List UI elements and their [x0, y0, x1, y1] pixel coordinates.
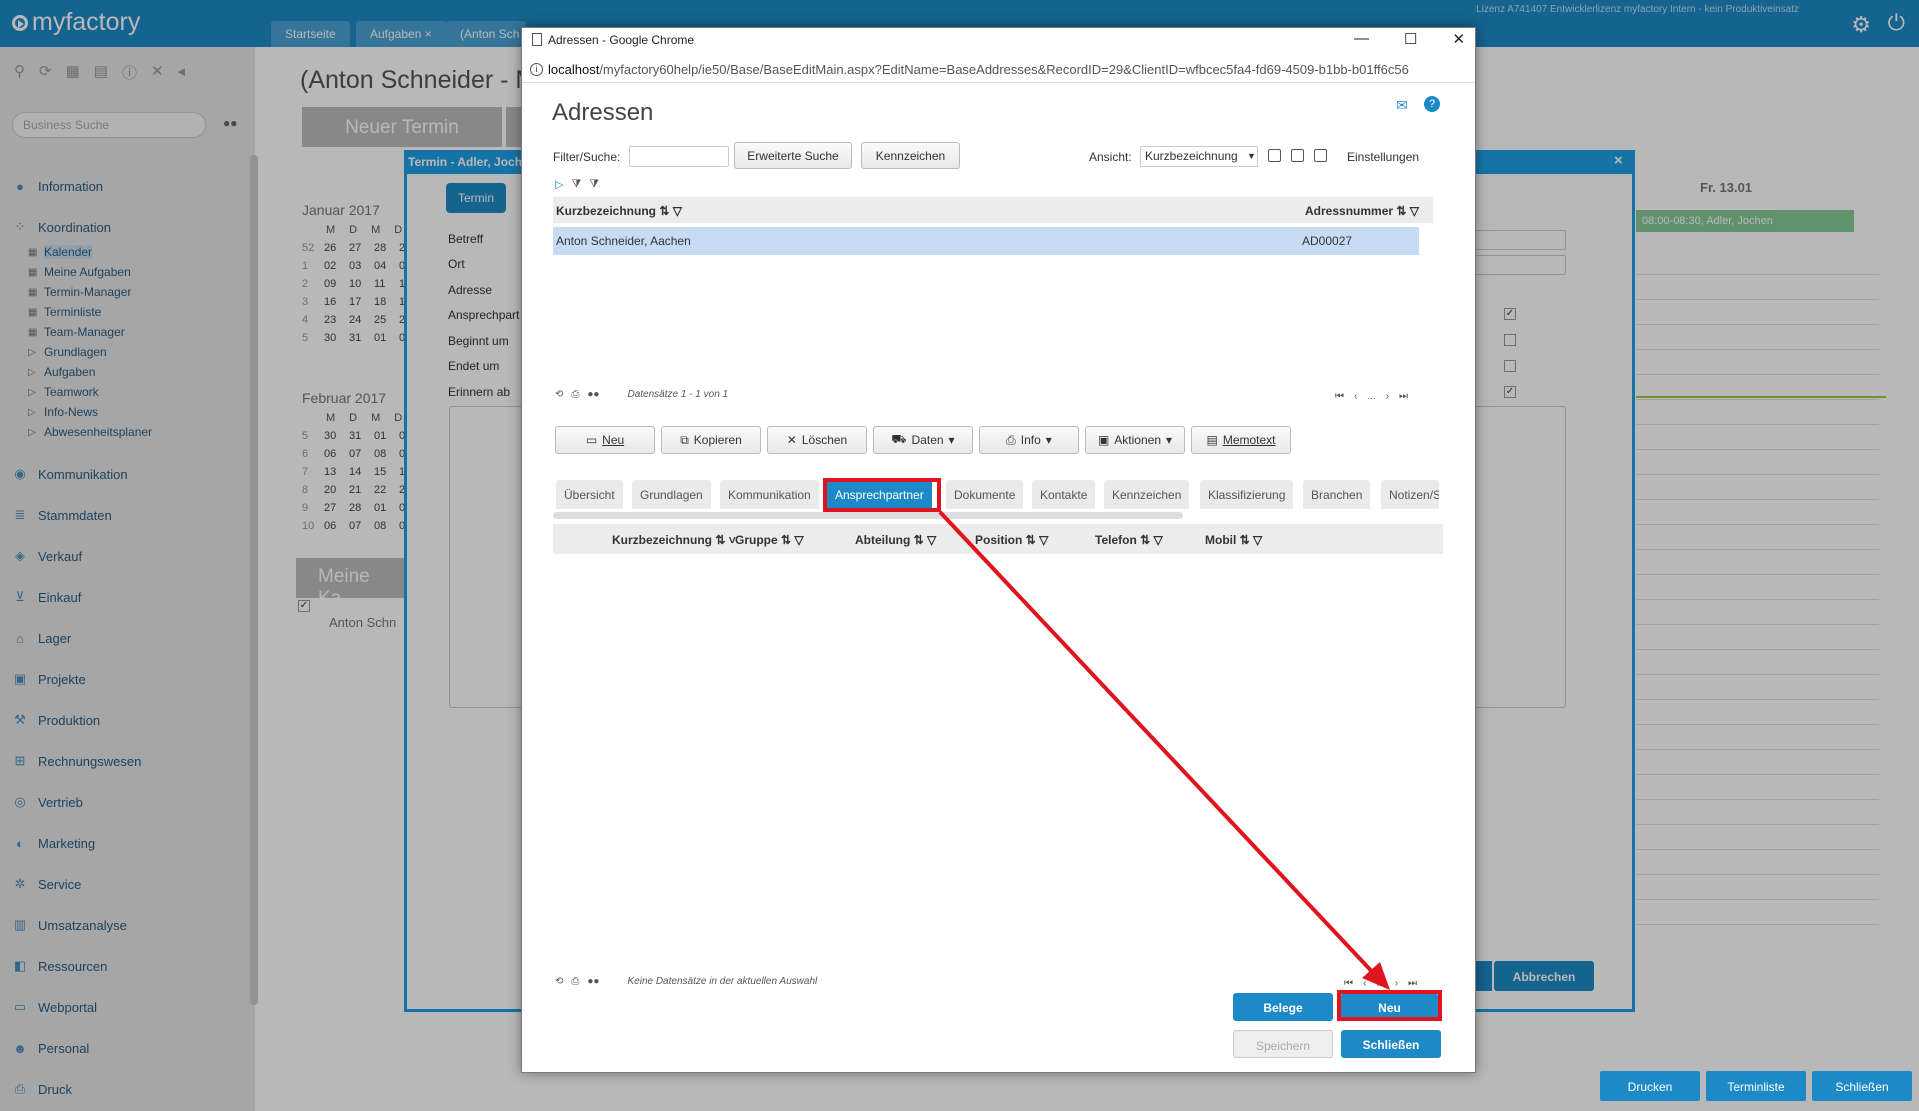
prev-page-icon[interactable]: ‹ [1363, 978, 1366, 989]
filter-search-icon[interactable]: ⧩ [589, 178, 599, 191]
first-page-icon[interactable]: ⏮ [1344, 978, 1353, 989]
col-adressnummer[interactable]: Adressnummer ⇅ ▽ [1305, 204, 1419, 218]
view-split-icon[interactable] [1291, 149, 1304, 162]
grid-footer: ⟲ ⎙ ●● Datensätze 1 - 1 von 1 [555, 389, 728, 400]
prev-page-icon[interactable]: ‹ [1354, 391, 1357, 402]
info-icon[interactable]: i [530, 63, 543, 76]
tab-kennzeichen[interactable]: Kennzeichen [1104, 480, 1190, 509]
info-button[interactable]: ⎙ Info ▾ [979, 426, 1079, 454]
pager: ⏮ ‹... › ⏭ [1335, 391, 1408, 402]
chrome-window-title: Adressen - Google Chrome [548, 33, 695, 47]
view-single-icon[interactable] [1268, 149, 1281, 162]
tab-kommunikation[interactable]: Kommunikation [720, 480, 819, 509]
tree-toolbar: ▷ ⧩ ⧩ [555, 178, 599, 191]
close-icon[interactable]: ✕ [1452, 30, 1465, 48]
col-gruppe[interactable]: Gruppe ⇅ ▽ [735, 533, 804, 547]
terminliste-button[interactable]: Terminliste [1706, 1071, 1806, 1101]
expand-icon[interactable]: ▷ [555, 178, 563, 191]
col-position[interactable]: Position ⇅ ▽ [975, 533, 1048, 547]
memotext-button[interactable]: ▤ Memotext [1191, 426, 1291, 454]
einstellungen-link[interactable]: Einstellungen [1347, 150, 1419, 164]
cell-name: Anton Schneider, Aachen [556, 234, 691, 248]
page-icon [532, 33, 542, 46]
records-status: Datensätze 1 - 1 von 1 [627, 389, 729, 400]
col-abteilung[interactable]: Abteilung ⇅ ▽ [855, 533, 936, 547]
pager-dots: ... [1367, 391, 1376, 402]
delete-icon: ✕ [786, 433, 797, 447]
grid-header: Kurzbezeichnung ⇅ ▽ Adressnummer ⇅ ▽ [553, 197, 1433, 223]
kennzeichen-button[interactable]: Kennzeichen [861, 142, 960, 169]
schliessen-button[interactable]: Schließen [1812, 1071, 1912, 1101]
refresh-icon[interactable]: ⟲ [555, 389, 563, 400]
print-icon[interactable]: ⎙ [571, 976, 579, 987]
url-text[interactable]: localhost/myfactory60help/ie50/Base/Base… [548, 62, 1470, 77]
col-kurzbezeichnung[interactable]: Kurzbezeichnung ⇅ ▽ [556, 204, 682, 218]
belege-button[interactable]: Belege [1233, 993, 1333, 1021]
kopieren-button[interactable]: ⧉ Kopieren [661, 426, 761, 454]
tab-dokumente[interactable]: Dokumente [946, 480, 1024, 509]
table-row[interactable]: Anton Schneider, Aachen AD00027 [553, 227, 1419, 255]
filter-check-icon[interactable]: ⧩ [571, 178, 581, 191]
next-page-icon[interactable]: › [1386, 391, 1389, 402]
contacts-grid-header: Kurzbezeichnung ⇅ ˅ Gruppe ⇅ ▽ Abteilung… [553, 524, 1443, 554]
tab-scrollbar[interactable] [553, 512, 1183, 519]
data-icon: ⛟ [891, 432, 907, 446]
printer-icon: ⎙ [1006, 432, 1016, 447]
neu-button[interactable]: ▭ Neu [555, 426, 655, 454]
tab-klassifizierung[interactable]: Klassifizierung [1200, 480, 1294, 509]
next-page-icon[interactable]: › [1395, 978, 1398, 989]
tab-uebersicht[interactable]: Übersicht [556, 480, 623, 509]
window-controls: — ☐ ✕ [1354, 30, 1465, 48]
aktionen-button[interactable]: ▣ Aktionen ▾ [1085, 426, 1185, 454]
loeschen-button[interactable]: ✕ Löschen [767, 426, 867, 454]
col-mobil[interactable]: Mobil ⇅ ▽ [1205, 533, 1262, 547]
last-page-icon[interactable]: ⏭ [1399, 391, 1408, 402]
col-kurzbezeichnung[interactable]: Kurzbezeichnung ⇅ ˅ [612, 533, 736, 547]
print-icon[interactable]: ⎙ [571, 389, 579, 400]
highlight-box-neu [1337, 990, 1442, 1021]
memo-icon: ▤ [1206, 433, 1218, 447]
erweiterte-suche-button[interactable]: Erweiterte Suche [734, 142, 852, 169]
contacts-grid-footer: ⟲ ⎙ ●● Keine Datensätze in der aktuellen… [555, 976, 817, 987]
last-page-icon[interactable]: ⏭ [1408, 978, 1417, 989]
actions-icon: ▣ [1097, 433, 1110, 447]
contacts-pager: ⏮ ‹... › ⏭ [1344, 978, 1417, 989]
minimize-icon[interactable]: — [1354, 30, 1369, 48]
drucken-button[interactable]: Drucken [1600, 1071, 1700, 1101]
binoculars-icon[interactable]: ●● [587, 389, 599, 400]
schliessen-dialog-button[interactable]: Schließen [1341, 1030, 1441, 1058]
tab-notizen[interactable]: Notizen/S [1381, 480, 1439, 509]
cell-number: AD00027 [1302, 234, 1353, 248]
ansicht-select[interactable]: Kurzbezeichnung [1140, 146, 1258, 167]
refresh-icon[interactable]: ⟲ [555, 976, 563, 987]
help-icon[interactable]: ? [1424, 96, 1440, 112]
copy-icon: ⧉ [680, 432, 689, 447]
col-telefon[interactable]: Telefon ⇅ ▽ [1095, 533, 1163, 547]
tab-branchen[interactable]: Branchen [1303, 480, 1371, 509]
pager-dots: ... [1376, 978, 1385, 989]
filter-label: Filter/Suche: [553, 150, 621, 164]
daten-button[interactable]: ⛟ Daten ▾ [873, 426, 973, 454]
ansicht-label: Ansicht: [1089, 150, 1132, 164]
first-page-icon[interactable]: ⏮ [1335, 391, 1344, 402]
new-doc-icon: ▭ [585, 433, 598, 447]
tab-grundlagen[interactable]: Grundlagen [632, 480, 711, 509]
mail-icon[interactable]: ✉ [1396, 97, 1408, 114]
tab-kontakte[interactable]: Kontakte [1032, 480, 1096, 509]
adressen-title: Adressen [552, 99, 654, 126]
speichern-button[interactable]: Speichern [1233, 1030, 1333, 1058]
highlight-box-ansprechpartner [823, 478, 941, 512]
chevron-down-icon: ▼ [1247, 151, 1256, 161]
records-status: Keine Datensätze in der aktuellen Auswah… [627, 976, 818, 987]
maximize-icon[interactable]: ☐ [1404, 30, 1417, 48]
filter-input[interactable] [629, 146, 729, 167]
binoculars-icon[interactable]: ●● [587, 976, 599, 987]
view-grid-icon[interactable] [1314, 149, 1327, 162]
